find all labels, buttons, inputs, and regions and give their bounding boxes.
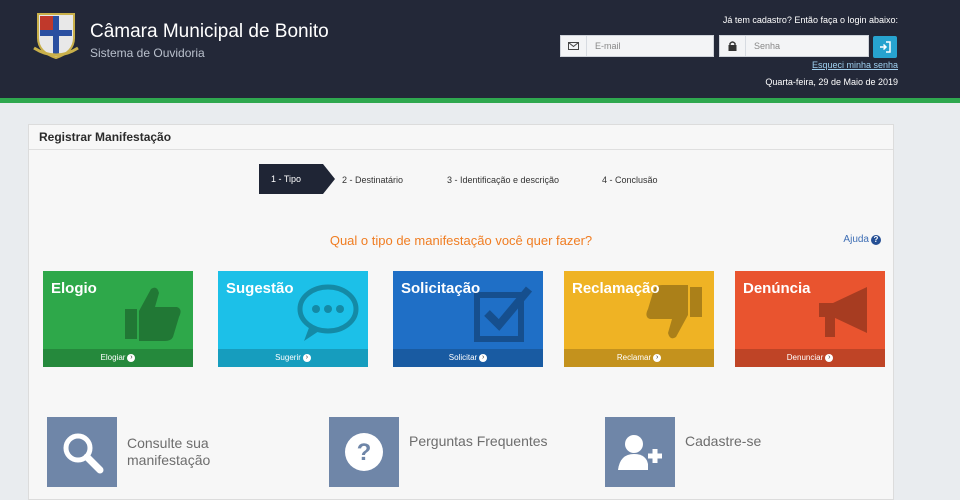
- sign-in-icon: [880, 41, 891, 53]
- faq-link[interactable]: ? Perguntas Frequentes: [329, 417, 579, 487]
- municipal-crest-icon: [33, 13, 79, 60]
- step-identificacao[interactable]: 3 - Identificação e descrição: [447, 175, 559, 185]
- consult-label: Consulte sua manifestação: [127, 435, 211, 468]
- question-icon: ?: [329, 417, 399, 487]
- header: Câmara Municipal de Bonito Sistema de Ou…: [0, 0, 960, 103]
- thumbs-up-icon: [125, 287, 181, 341]
- add-user-icon: [605, 417, 675, 487]
- card-action: Sugerir: [275, 353, 301, 362]
- email-field[interactable]: [560, 35, 714, 57]
- forgot-password-link[interactable]: Esqueci minha senha: [812, 60, 898, 70]
- help-link[interactable]: Ajuda ?: [843, 234, 881, 245]
- card-title: Denúncia: [743, 280, 811, 297]
- card-title: Reclamação: [572, 280, 660, 297]
- lock-icon: [720, 36, 746, 56]
- step-destinatario[interactable]: 2 - Destinatário: [342, 175, 403, 185]
- card-action: Elogiar: [100, 353, 126, 362]
- card-title: Elogio: [51, 280, 97, 297]
- signup-label: Cadastre-se: [685, 433, 762, 449]
- card-action: Reclamar: [616, 353, 652, 362]
- question-circle-icon: ?: [871, 234, 881, 245]
- card-footer[interactable]: Elogiar ›: [43, 349, 193, 367]
- faq-label: Perguntas Frequentes: [409, 433, 548, 449]
- consult-link[interactable]: Consulte sua manifestação: [47, 417, 247, 487]
- arrow-right-icon: ›: [302, 353, 311, 362]
- step-conclusao[interactable]: 4 - Conclusão: [602, 175, 658, 185]
- login-button[interactable]: [873, 36, 897, 58]
- speech-bubble-icon: [297, 284, 359, 341]
- svg-text:?: ?: [357, 439, 372, 466]
- search-icon: [47, 417, 117, 487]
- email-input[interactable]: [587, 41, 677, 51]
- card-denuncia[interactable]: Denúncia Denunciar ›: [735, 271, 885, 367]
- card-solicitacao[interactable]: Solicitação Solicitar ›: [393, 271, 543, 367]
- card-footer[interactable]: Denunciar ›: [735, 349, 885, 367]
- card-title: Sugestão: [226, 280, 294, 297]
- help-label: Ajuda: [843, 234, 869, 245]
- card-footer[interactable]: Sugerir ›: [218, 349, 368, 367]
- password-field[interactable]: [719, 35, 869, 57]
- arrow-right-icon: ›: [127, 353, 136, 362]
- signup-link[interactable]: Cadastre-se: [605, 417, 805, 487]
- app-title: Câmara Municipal de Bonito: [90, 21, 329, 42]
- megaphone-icon: [819, 287, 867, 337]
- arrow-right-icon: ›: [653, 353, 662, 362]
- panel-header: Registrar Manifestação: [29, 125, 893, 150]
- step-tipo[interactable]: 1 - Tipo: [259, 164, 336, 194]
- app-subtitle: Sistema de Ouvidoria: [90, 46, 205, 60]
- type-question: Qual o tipo de manifestação você quer fa…: [329, 233, 593, 248]
- card-sugestao[interactable]: Sugestão Sugerir ›: [218, 271, 368, 367]
- card-title: Solicitação: [401, 280, 481, 297]
- card-footer[interactable]: Solicitar ›: [393, 349, 543, 367]
- card-action: Solicitar: [448, 353, 478, 362]
- login-prompt: Já tem cadastro? Então faça o login abai…: [722, 15, 898, 25]
- panel-title: Registrar Manifestação: [39, 130, 172, 144]
- card-elogio[interactable]: Elogio Elogiar ›: [43, 271, 193, 367]
- card-reclamacao[interactable]: Reclamação Reclamar ›: [564, 271, 714, 367]
- arrow-right-icon: ›: [825, 353, 834, 362]
- checkbox-icon: [474, 286, 533, 342]
- current-date: Quarta-feira, 29 de Maio de 2019: [765, 77, 898, 87]
- card-footer[interactable]: Reclamar ›: [564, 349, 714, 367]
- password-input[interactable]: [746, 41, 836, 51]
- arrow-right-icon: ›: [479, 353, 488, 362]
- card-action: Denunciar: [786, 353, 824, 362]
- register-panel: Registrar Manifestação 1 - Tipo 2 - Dest…: [28, 124, 894, 500]
- envelope-icon: [561, 36, 587, 56]
